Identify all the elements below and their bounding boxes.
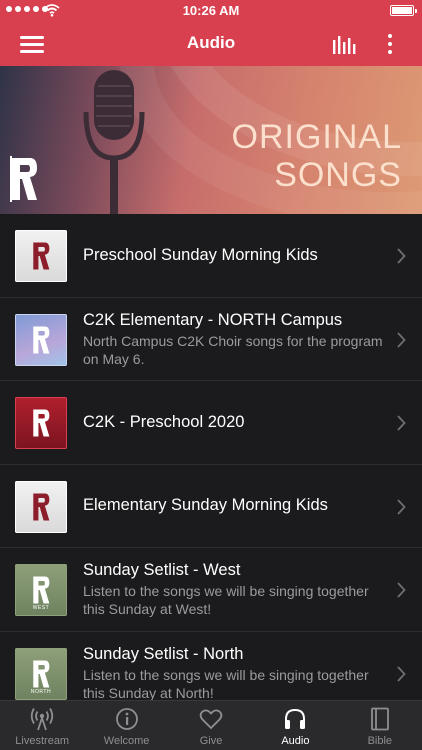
chevron-right-icon [397,248,406,264]
chevron-right-icon [397,498,406,515]
hero-heading: ORIGINAL SONGS [231,118,402,194]
chevron-right-icon [397,582,406,598]
headphones-icon [285,708,306,729]
list-item-title: C2K Elementary - NORTH Campus [83,310,343,329]
tab-bible[interactable]: Bible [338,701,422,750]
album-thumbnail [15,313,67,366]
tab-label: Livestream [15,735,70,747]
battery-icon [390,5,417,16]
tab-label: Audio [281,735,310,747]
info-icon [115,708,138,730]
chevron-right-icon [397,331,406,348]
tab-label: Welcome [103,735,150,747]
tab-livestream[interactable]: Livestream [0,701,84,750]
top-bar: 10:26 AM Audio [0,0,422,66]
list-item-subtitle: Listen to the songs we will be singing t… [83,583,369,618]
list-item-subtitle: North Campus C2K Choir songs for the pro… [83,332,383,367]
microphone-icon [83,70,145,214]
heart-icon [199,709,223,730]
list-item[interactable]: C2K - Preschool 2020 [0,381,422,465]
album-thumbnail: NORTH [15,647,67,700]
audio-list: Preschool Sunday Morning Kids C2K Element… [0,214,422,700]
list-item-title: Sunday Setlist - North [83,644,244,663]
list-item-title: Sunday Setlist - West [83,561,241,580]
tab-label: Give [199,735,223,747]
tab-give[interactable]: Give [169,701,253,750]
list-item[interactable]: NORTH Sunday Setlist - North Listen to the… [0,632,422,700]
list-item-text: Elementary Sunday Morning Kids [83,465,386,548]
list-item-title: Elementary Sunday Morning Kids [83,496,328,515]
list-item[interactable]: WEST Sunday Setlist - West Listen to the s… [0,548,422,632]
list-item-title: Preschool Sunday Morning Kids [83,245,318,264]
album-thumbnail [15,480,67,533]
list-item[interactable]: Elementary Sunday Morning Kids [0,465,422,548]
broadcast-icon [31,708,54,731]
status-time: 10:26 AM [182,3,240,18]
list-item[interactable]: Preschool Sunday Morning Kids [0,214,422,298]
album-thumbnail [15,230,67,282]
tab-welcome[interactable]: Welcome [84,701,168,750]
thumbnail-label: NORTH [30,688,52,695]
more-options-button[interactable] [380,32,400,56]
album-thumbnail: WEST [15,564,67,616]
chevron-right-icon [397,665,406,682]
equalizer-icon[interactable] [332,32,358,56]
more-vertical-icon [388,34,392,38]
album-thumbnail [15,397,67,449]
tab-audio[interactable]: Audio [253,701,337,750]
list-item-text: C2K Elementary - NORTH Campus North Campu… [83,298,386,381]
book-icon [370,707,389,731]
tab-label: Bible [367,735,393,747]
list-item-text: Preschool Sunday Morning Kids [83,214,386,297]
tab-bar: Livestream Welcome Give Audio Bible [0,700,422,750]
chevron-right-icon [397,415,406,431]
thumbnail-label: WEST [32,605,50,611]
status-bar: 10:26 AM [0,0,422,22]
hero-banner: ORIGINAL SONGS [0,66,422,214]
list-item-text: Sunday Setlist - West Listen to the songs… [83,548,386,631]
list-item-subtitle: Listen to the songs we will be singing t… [83,666,369,700]
page-title: Audio [186,33,236,52]
nav-bar: Audio [0,22,422,66]
church-logo [10,156,37,202]
list-item-title: C2K - Preschool 2020 [83,412,245,431]
list-item-text: Sunday Setlist - North Listen to the song… [83,632,386,700]
list-item-text: C2K - Preschool 2020 [83,381,386,464]
list-item[interactable]: C2K Elementary - NORTH Campus North Campu… [0,298,422,381]
